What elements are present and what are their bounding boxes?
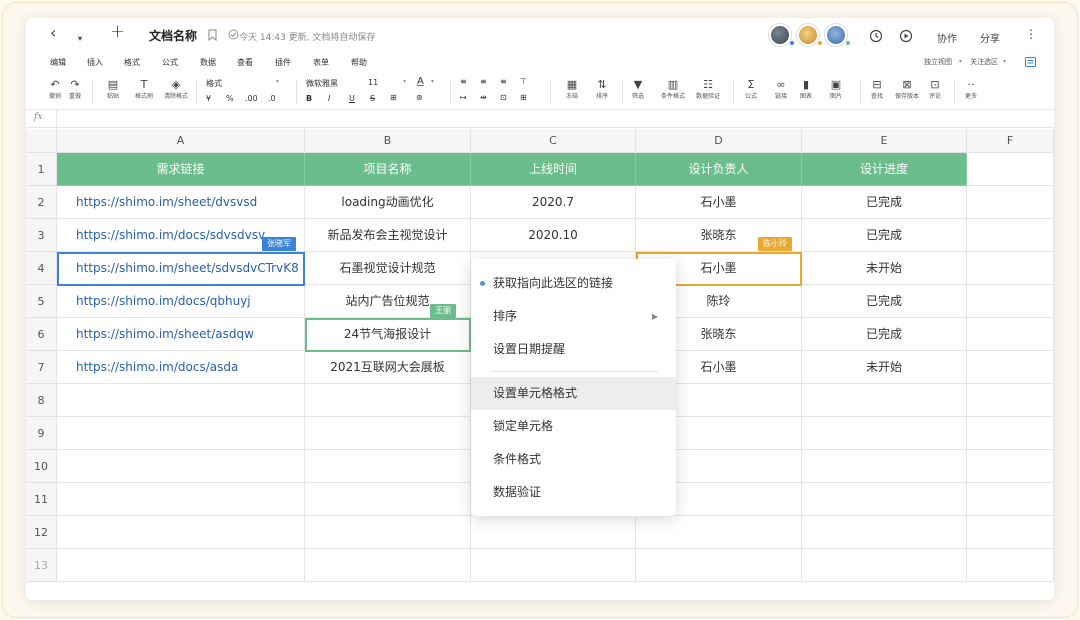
menu-divider (491, 371, 658, 372)
empty-cell[interactable] (967, 549, 1054, 582)
project-cell[interactable]: 24节气海报设计 (305, 318, 471, 351)
empty-cell[interactable] (967, 219, 1054, 252)
collaborator-name-tag: 陈小玲 (758, 237, 792, 251)
empty-cell[interactable] (967, 516, 1054, 549)
progress-cell[interactable]: 已完成 (802, 318, 967, 351)
empty-cell[interactable] (967, 483, 1054, 516)
row-header[interactable]: 4 (26, 252, 57, 285)
project-cell[interactable]: 石墨视觉设计规范 (305, 252, 471, 285)
header-cell[interactable]: 项目名称 (305, 153, 471, 186)
collaborator-name-tag: 王丽 (430, 304, 456, 318)
empty-cell[interactable] (57, 549, 305, 582)
row-header[interactable]: 13 (26, 549, 57, 582)
empty-cell[interactable] (636, 516, 802, 549)
empty-cell[interactable] (57, 516, 305, 549)
column-header[interactable]: B (305, 129, 471, 153)
progress-cell[interactable]: 已完成 (802, 285, 967, 318)
project-cell[interactable]: loading动画优化 (305, 186, 471, 219)
project-cell[interactable]: 2021互联网大会展板 (305, 351, 471, 384)
header-cell[interactable]: 设计进度 (802, 153, 967, 186)
empty-cell[interactable] (967, 153, 1054, 186)
empty-cell[interactable] (802, 384, 967, 417)
row-header[interactable]: 7 (26, 351, 57, 384)
project-cell[interactable]: 新品发布会主视觉设计 (305, 219, 471, 252)
row-header[interactable]: 2 (26, 186, 57, 219)
header-cell[interactable]: 上线时间 (471, 153, 636, 186)
menu-item-lock-cell[interactable]: 锁定单元格 (471, 410, 676, 443)
empty-cell[interactable] (305, 483, 471, 516)
link-cell[interactable]: https://shimo.im/sheet/asdqw (57, 318, 305, 351)
empty-cell[interactable] (305, 417, 471, 450)
empty-cell[interactable] (967, 351, 1054, 384)
progress-cell[interactable]: 未开始 (802, 252, 967, 285)
empty-cell[interactable] (57, 483, 305, 516)
row-header[interactable]: 6 (26, 318, 57, 351)
collaborator-name-tag: 张晓军 (262, 237, 296, 251)
empty-cell[interactable] (305, 549, 471, 582)
menu-item-cell-format[interactable]: 设置单元格格式 (471, 377, 676, 410)
date-cell[interactable]: 2020.7 (471, 186, 636, 219)
row-header[interactable]: 5 (26, 285, 57, 318)
empty-cell[interactable] (802, 516, 967, 549)
menu-item-get-link[interactable]: 获取指向此选区的链接 (471, 267, 676, 300)
row-header[interactable]: 1 (26, 153, 57, 186)
progress-cell[interactable]: 未开始 (802, 351, 967, 384)
empty-cell[interactable] (57, 417, 305, 450)
empty-cell[interactable] (802, 417, 967, 450)
column-header[interactable]: A (57, 129, 305, 153)
menu-item-data-validation[interactable]: 数据验证 (471, 476, 676, 509)
menu-item-date-reminder[interactable]: 设置日期提醒 (471, 333, 676, 366)
column-header[interactable]: C (471, 129, 636, 153)
empty-cell[interactable] (305, 450, 471, 483)
empty-cell[interactable] (305, 516, 471, 549)
row-header[interactable]: 8 (26, 384, 57, 417)
empty-cell[interactable] (967, 186, 1054, 219)
empty-cell[interactable] (967, 318, 1054, 351)
link-cell[interactable]: https://shimo.im/docs/qbhuyj (57, 285, 305, 318)
row-header[interactable]: 3 (26, 219, 57, 252)
spreadsheet-window: ‹ ▾ + 文档名称 今天 14:43 更新, 文档将自动保存 协作 分享 ⋮ … (26, 18, 1054, 600)
menu-item-conditional-format[interactable]: 条件格式 (471, 443, 676, 476)
menu-item-sort[interactable]: 排序 ▶ (471, 300, 676, 333)
context-menu: 获取指向此选区的链接 排序 ▶ 设置日期提醒 设置单元格格式 锁定单元格 条件格… (471, 259, 676, 516)
progress-cell[interactable]: 已完成 (802, 186, 967, 219)
empty-cell[interactable] (636, 549, 802, 582)
empty-cell[interactable] (967, 417, 1054, 450)
header-cell[interactable]: 设计负责人 (636, 153, 802, 186)
link-cell[interactable]: https://shimo.im/sheet/dvsvsd (57, 186, 305, 219)
empty-cell[interactable] (967, 285, 1054, 318)
row-header[interactable]: 10 (26, 450, 57, 483)
empty-cell[interactable] (967, 252, 1054, 285)
row-header[interactable]: 9 (26, 417, 57, 450)
column-header[interactable]: E (802, 129, 967, 153)
progress-cell[interactable]: 已完成 (802, 219, 967, 252)
link-cell[interactable]: https://shimo.im/sheet/sdvsdvCTrvK8 (57, 252, 305, 285)
column-header[interactable]: F (967, 129, 1054, 153)
submenu-arrow-icon: ▶ (651, 312, 658, 321)
select-all-corner[interactable] (26, 129, 57, 153)
empty-cell[interactable] (471, 549, 636, 582)
bullet-icon (480, 281, 485, 286)
date-cell[interactable]: 2020.10 (471, 219, 636, 252)
row-header[interactable]: 12 (26, 516, 57, 549)
owner-cell[interactable]: 石小墨 (636, 186, 802, 219)
row-header[interactable]: 11 (26, 483, 57, 516)
empty-cell[interactable] (802, 549, 967, 582)
empty-cell[interactable] (57, 450, 305, 483)
empty-cell[interactable] (967, 450, 1054, 483)
empty-cell[interactable] (802, 450, 967, 483)
empty-cell[interactable] (802, 483, 967, 516)
empty-cell[interactable] (967, 384, 1054, 417)
link-cell[interactable]: https://shimo.im/docs/asda (57, 351, 305, 384)
empty-cell[interactable] (57, 384, 305, 417)
empty-cell[interactable] (305, 384, 471, 417)
column-header[interactable]: D (636, 129, 802, 153)
empty-cell[interactable] (471, 516, 636, 549)
header-cell[interactable]: 需求链接 (57, 153, 305, 186)
